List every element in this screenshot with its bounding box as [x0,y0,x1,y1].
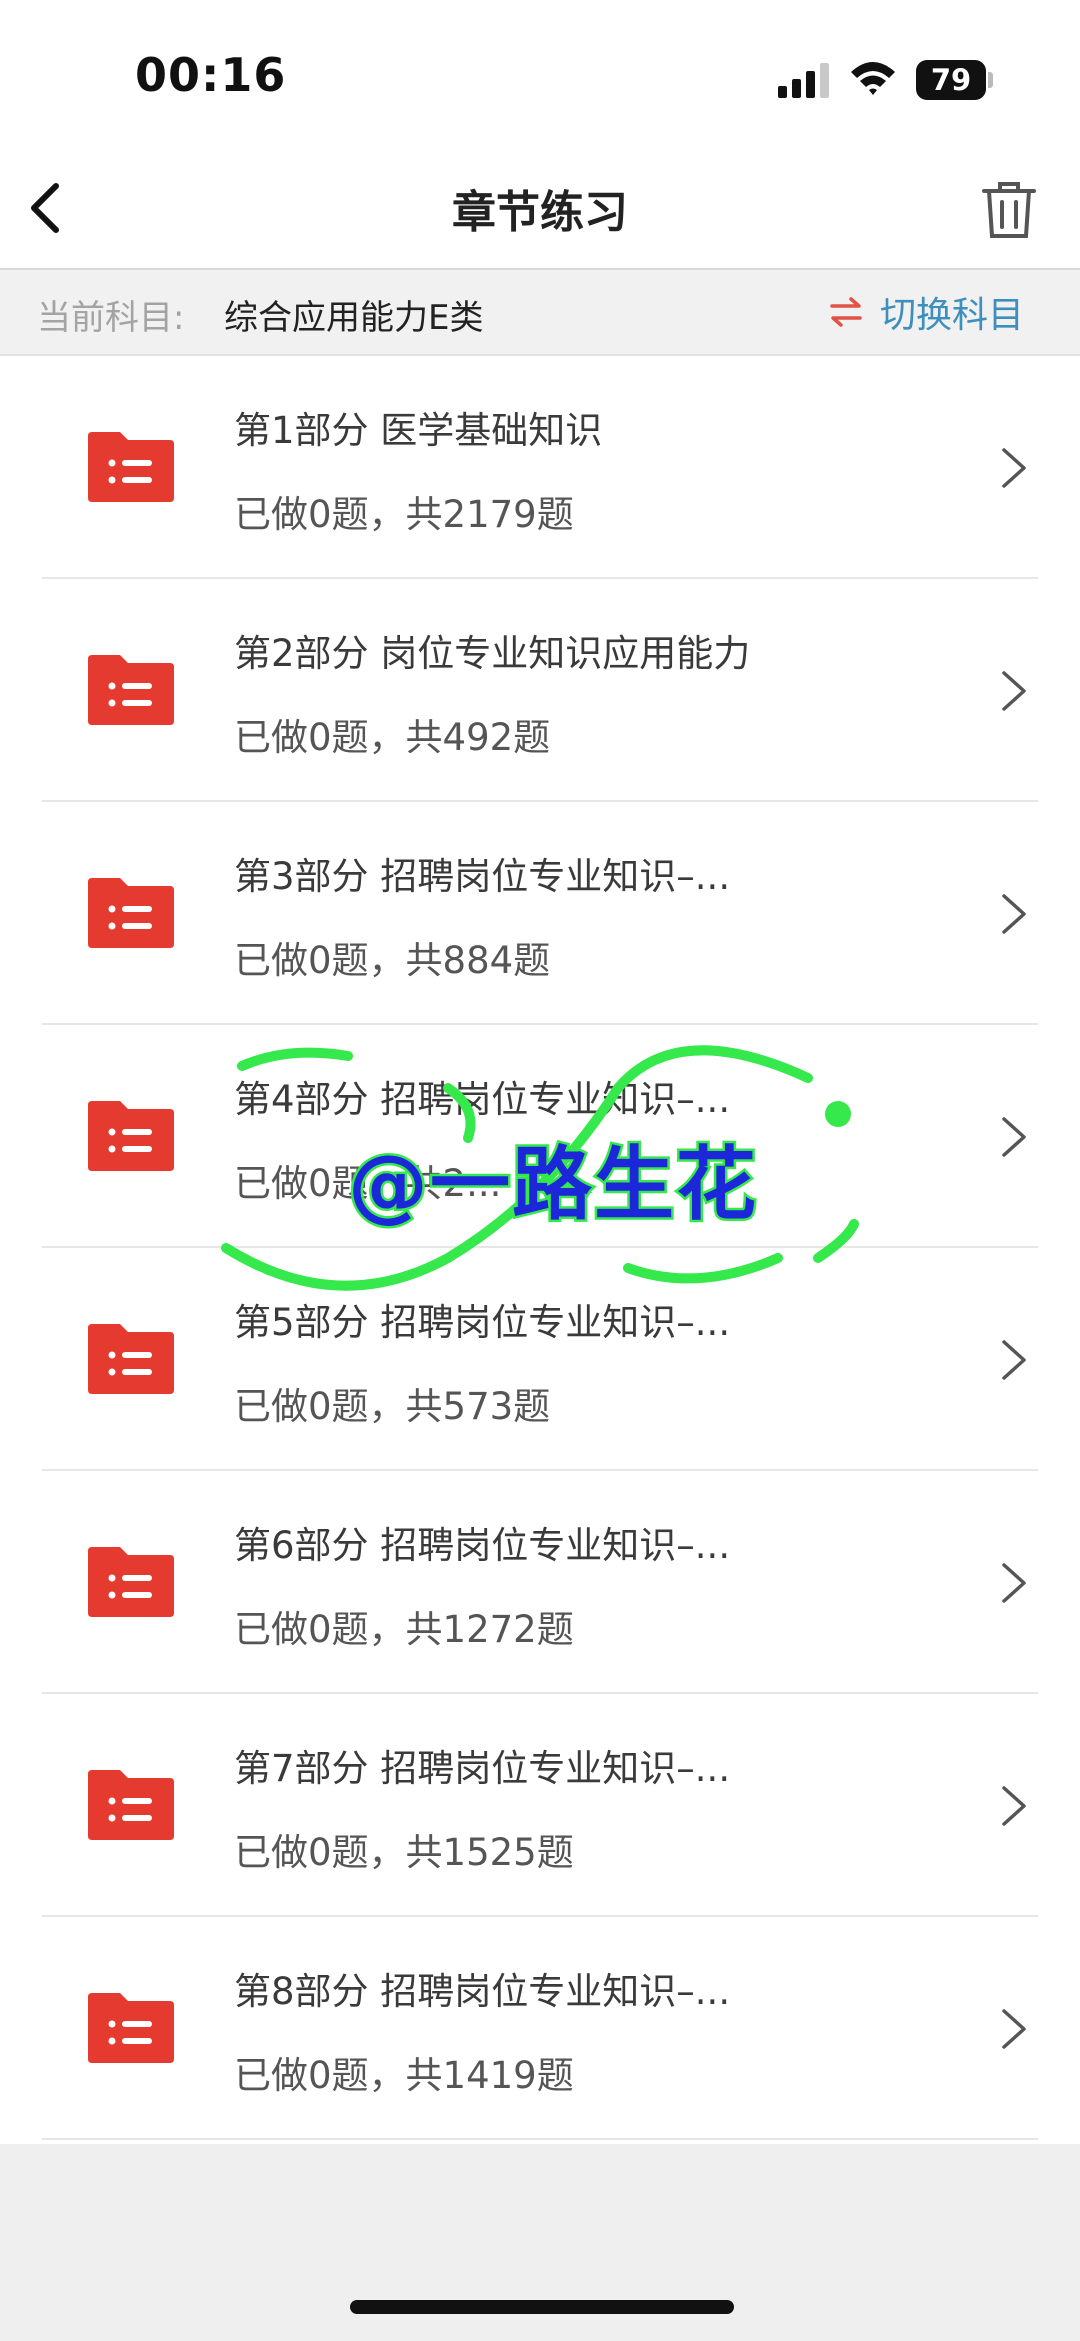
swap-arrows-icon [830,297,862,327]
chapter-item[interactable]: 第2部分 岗位专业知识应用能力 已做0题，共492题 [0,579,1080,802]
chapter-title: 第6部分 招聘岗位专业知识–... [234,1524,731,1567]
chapter-title: 第7部分 招聘岗位专业知识–... [234,1747,731,1790]
chapter-title: 第2部分 岗位专业知识应用能力 [234,632,751,675]
chapter-progress: 已做0题，共1419题 [234,2054,574,2097]
status-time: 00:16 [135,48,287,102]
folder-list-icon [88,655,174,725]
chapter-progress: 已做0题，共1525题 [234,1831,574,1874]
chevron-right-icon [1002,671,1026,711]
chapter-progress: 已做0题，共2179题 [234,493,574,536]
home-indicator[interactable] [350,2300,734,2314]
chapter-progress: 已做0题，共884题 [234,939,551,982]
battery-tip [988,72,993,88]
chapter-title: 第3部分 招聘岗位专业知识–... [234,855,731,898]
chapter-title: 第8部分 招聘岗位专业知识–... [234,1970,731,2013]
folder-list-icon [88,1324,174,1394]
subject-label: 当前科目: [37,298,185,338]
chevron-right-icon [1002,894,1026,934]
folder-list-icon [88,1993,174,2063]
chapter-item[interactable]: 第1部分 医学基础知识 已做0题，共2179题 [0,356,1080,579]
chapter-progress: 已做0题，共492题 [234,716,551,759]
chapter-title: 第1部分 医学基础知识 [234,409,603,452]
chapter-item[interactable]: 第4部分 招聘岗位专业知识–... 已做0题，共2... [0,1025,1080,1248]
divider [42,2138,1038,2140]
chapter-item[interactable]: 第3部分 招聘岗位专业知识–... 已做0题，共884题 [0,802,1080,1025]
subject-name: 综合应用能力E类 [224,298,484,338]
folder-list-icon [88,1770,174,1840]
switch-subject-label: 切换科目 [880,295,1025,336]
chapter-progress: 已做0题，共1272题 [234,1608,574,1651]
navigation-bar: 章节练习 [0,150,1080,270]
chapter-item[interactable]: 第7部分 招聘岗位专业知识–... 已做0题，共1525题 [0,1694,1080,1917]
chapter-item[interactable]: 第5部分 招聘岗位专业知识–... 已做0题，共573题 [0,1248,1080,1471]
wifi-icon [851,62,895,95]
switch-subject-button[interactable]: 切换科目 [828,286,1024,338]
chevron-right-icon [1002,2009,1026,2049]
page-title: 章节练习 [452,187,628,238]
subject-bar: 当前科目: 综合应用能力E类 切换科目 [0,270,1080,356]
chapter-list: 第1部分 医学基础知识 已做0题，共2179题 第2部分 岗位专业知识应用能力 … [0,356,1080,2144]
chapter-title: 第5部分 招聘岗位专业知识–... [234,1301,731,1344]
chapter-title: 第4部分 招聘岗位专业知识–... [234,1078,731,1121]
status-bar: 00:16 79 [0,0,1080,150]
chevron-right-icon [1002,1563,1026,1603]
chapter-item[interactable]: 第8部分 招聘岗位专业知识–... 已做0题，共1419题 [0,1917,1080,2140]
chevron-right-icon [1002,1340,1026,1380]
trash-button[interactable] [978,178,1040,240]
folder-list-icon [88,1547,174,1617]
chapter-item[interactable]: 第6部分 招聘岗位专业知识–... 已做0题，共1272题 [0,1471,1080,1694]
chevron-right-icon [1002,1117,1026,1157]
chevron-right-icon [1002,1786,1026,1826]
cellular-signal-icon [778,63,829,98]
folder-list-icon [88,1101,174,1171]
chevron-right-icon [1002,448,1026,488]
battery-indicator: 79 [916,60,986,100]
folder-list-icon [88,432,174,502]
chapter-progress: 已做0题，共573题 [234,1385,551,1428]
trash-icon [982,182,1036,238]
chapter-progress: 已做0题，共2... [234,1162,502,1205]
folder-list-icon [88,878,174,948]
